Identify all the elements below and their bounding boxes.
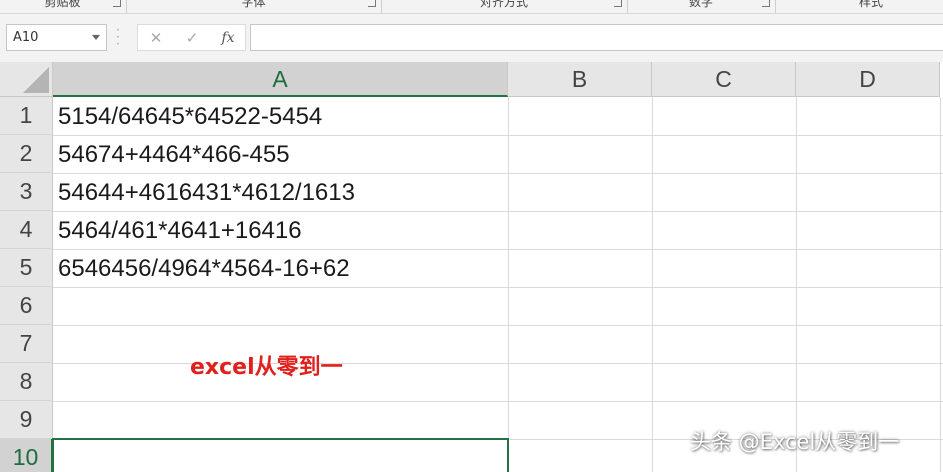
formula-bar: A10 · · · ✕ ✓ fx xyxy=(0,14,943,62)
row-header-7[interactable]: 7 xyxy=(0,325,53,363)
row-header-1[interactable]: 1 xyxy=(0,97,53,135)
row-header-5[interactable]: 5 xyxy=(0,249,53,287)
column-header-b[interactable]: B xyxy=(508,62,652,97)
formula-buttons: ✕ ✓ fx xyxy=(137,24,246,51)
gridline xyxy=(940,97,941,472)
row-header-2[interactable]: 2 xyxy=(0,135,53,173)
gridline xyxy=(508,97,509,472)
chevron-down-icon[interactable] xyxy=(92,35,100,40)
ribbon-group-styles: 样式 xyxy=(776,0,943,13)
name-box[interactable]: A10 xyxy=(6,24,107,51)
font-launcher-icon[interactable] xyxy=(368,0,376,7)
ribbon-group-number: 数字 xyxy=(628,0,774,13)
cancel-icon[interactable]: ✕ xyxy=(144,28,168,48)
ribbon-group-number-label: 数字 xyxy=(688,0,713,9)
clipboard-launcher-icon[interactable] xyxy=(113,0,121,7)
gridline xyxy=(53,325,943,326)
ribbon-group-font: 字体 xyxy=(127,0,380,13)
gridline xyxy=(53,363,943,364)
formula-input[interactable] xyxy=(250,24,943,51)
column-header-a[interactable]: A xyxy=(53,62,508,97)
name-box-value: A10 xyxy=(13,30,39,45)
column-header-d[interactable]: D xyxy=(796,62,940,97)
ribbon-group-alignment: 对齐方式 xyxy=(382,0,626,13)
cell-a1[interactable]: 5154/64645*64522-5454 xyxy=(58,98,503,136)
formula-bar-grip-icon[interactable]: · · · xyxy=(116,24,120,50)
active-cell-a10[interactable] xyxy=(52,438,509,472)
select-all-button[interactable] xyxy=(0,62,53,97)
watermark: 头条 @Excel从零到一 xyxy=(690,430,900,454)
ribbon-group-clipboard: 剪贴板 xyxy=(0,0,125,13)
row-header-9[interactable]: 9 xyxy=(0,401,53,439)
insert-function-icon[interactable]: fx xyxy=(216,28,240,48)
row-header-6[interactable]: 6 xyxy=(0,287,53,325)
gridline xyxy=(53,401,943,402)
row-header-10[interactable]: 10 xyxy=(0,439,53,472)
row-header-3[interactable]: 3 xyxy=(0,173,53,211)
number-launcher-icon[interactable] xyxy=(762,0,770,7)
cell-a5[interactable]: 6546456/4964*4564-16+62 xyxy=(58,250,503,288)
gridline xyxy=(652,97,653,472)
ribbon-group-labels: 剪贴板 字体 对齐方式 数字 样式 xyxy=(0,0,943,14)
alignment-launcher-icon[interactable] xyxy=(614,0,622,7)
row-header-8[interactable]: 8 xyxy=(0,363,53,401)
ribbon-group-font-label: 字体 xyxy=(241,0,266,9)
enter-icon[interactable]: ✓ xyxy=(180,28,204,48)
row-header-4[interactable]: 4 xyxy=(0,211,53,249)
cell-a3[interactable]: 54644+4616431*4612/1613 xyxy=(58,174,503,212)
ribbon-group-styles-label: 样式 xyxy=(858,0,883,9)
ribbon-group-alignment-label: 对齐方式 xyxy=(479,0,528,9)
cell-a4[interactable]: 5464/461*4641+16416 xyxy=(58,212,503,250)
gridline xyxy=(796,97,797,472)
cell-a2[interactable]: 54674+4464*466-455 xyxy=(58,136,503,174)
select-all-triangle-icon xyxy=(23,67,49,93)
ribbon-group-clipboard-label: 剪贴板 xyxy=(44,0,81,9)
worksheet-grid: A B C D 1 2 3 4 5 6 7 8 9 10 5154/64645*… xyxy=(0,62,943,472)
cell-a6-note[interactable]: excel从零到一 xyxy=(190,349,343,387)
column-header-c[interactable]: C xyxy=(652,62,796,97)
